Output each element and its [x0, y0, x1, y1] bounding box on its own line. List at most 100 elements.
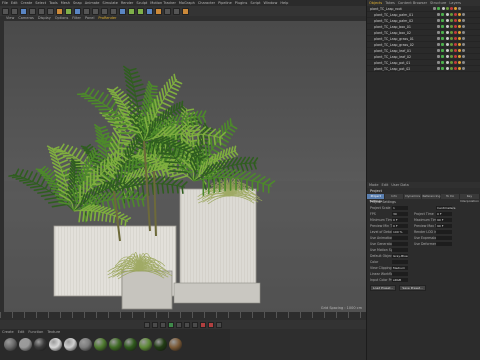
material-tag-icon[interactable]	[458, 13, 461, 16]
enable-check-icon[interactable]	[441, 49, 444, 52]
material-swatch[interactable]	[49, 338, 62, 351]
material-tag-icon[interactable]	[454, 55, 457, 58]
enable-check-icon[interactable]	[441, 13, 444, 16]
array-icon[interactable]	[146, 7, 153, 15]
material-tag-icon[interactable]	[450, 7, 453, 10]
material-tag-icon[interactable]	[454, 25, 457, 28]
material-tag-icon[interactable]	[450, 31, 453, 34]
material-swatch[interactable]	[169, 338, 182, 351]
material-tag-icon[interactable]	[458, 31, 461, 34]
attribute-value[interactable]	[392, 248, 408, 252]
floor-icon[interactable]	[164, 7, 171, 15]
material-tag-icon[interactable]	[450, 25, 453, 28]
material-tag-icon[interactable]	[458, 49, 461, 52]
object-manager-tab[interactable]: Content Browser	[398, 0, 427, 6]
material-tag-icon[interactable]	[446, 67, 449, 70]
attribute-value[interactable]	[392, 242, 408, 246]
move-icon[interactable]	[29, 7, 36, 15]
autokey-icon[interactable]	[208, 321, 214, 328]
attribute-value[interactable]: Medium	[392, 266, 408, 270]
material-tag-icon[interactable]	[446, 19, 449, 22]
z-axis-icon[interactable]	[74, 7, 81, 15]
material-tag-icon[interactable]	[450, 67, 453, 70]
enable-check-icon[interactable]	[441, 25, 444, 28]
material-tag-icon[interactable]	[462, 37, 465, 40]
next-frame-icon[interactable]	[176, 321, 182, 328]
object-manager-tab[interactable]: Layers	[449, 0, 461, 6]
visibility-toggle[interactable]	[437, 31, 440, 34]
x-axis-icon[interactable]	[56, 7, 63, 15]
material-swatch[interactable]	[124, 338, 137, 351]
material-tag-icon[interactable]	[462, 13, 465, 16]
attribute-value[interactable]: Centimeters	[436, 206, 455, 210]
perspective-viewport[interactable]: Grid Spacing : 1000 cm	[4, 21, 366, 312]
material-tag-icon[interactable]	[454, 67, 457, 70]
material-tag-icon[interactable]	[446, 49, 449, 52]
material-swatch[interactable]	[34, 338, 47, 351]
material-tag-icon[interactable]	[462, 67, 465, 70]
attribute-value[interactable]	[436, 236, 452, 240]
material-tag-icon[interactable]	[446, 37, 449, 40]
redo-icon[interactable]	[11, 7, 18, 15]
material-tag-icon[interactable]	[458, 61, 461, 64]
material-tag-icon[interactable]	[458, 55, 461, 58]
attribute-value[interactable]	[392, 260, 408, 264]
material-menu-item[interactable]: Edit	[18, 330, 25, 334]
attribute-value[interactable]: 100 %	[392, 230, 408, 234]
material-tag-icon[interactable]	[446, 55, 449, 58]
visibility-toggle[interactable]	[437, 37, 440, 40]
material-tag-icon[interactable]	[450, 13, 453, 16]
preset-button[interactable]: Save Preset...	[399, 285, 426, 291]
material-tag-icon[interactable]	[454, 19, 457, 22]
material-tag-icon[interactable]	[454, 7, 457, 10]
prev-frame-icon[interactable]	[160, 321, 166, 328]
render-view-icon[interactable]	[92, 7, 99, 15]
material-tag-icon[interactable]	[462, 19, 465, 22]
enable-check-icon[interactable]	[441, 55, 444, 58]
material-swatch[interactable]	[19, 338, 32, 351]
nurbs-icon[interactable]	[137, 7, 144, 15]
go-to-end-icon[interactable]	[192, 321, 198, 328]
enable-check-icon[interactable]	[441, 43, 444, 46]
material-tag-icon[interactable]	[462, 31, 465, 34]
attribute-value[interactable]	[436, 230, 452, 234]
enable-check-icon[interactable]	[441, 31, 444, 34]
attribute-value[interactable]: 0 F	[392, 224, 408, 228]
coord-system-icon[interactable]	[83, 7, 90, 15]
material-tag-icon[interactable]	[458, 19, 461, 22]
visibility-toggle[interactable]	[437, 19, 440, 22]
object-manager-tab[interactable]: Structure	[430, 0, 446, 6]
attribute-tab[interactable]: Referencing	[422, 194, 442, 199]
material-tag-icon[interactable]	[462, 43, 465, 46]
enable-check-icon[interactable]	[441, 19, 444, 22]
y-axis-icon[interactable]	[65, 7, 72, 15]
material-tag-icon[interactable]	[458, 67, 461, 70]
next-key-icon[interactable]	[184, 321, 190, 328]
undo-icon[interactable]	[2, 7, 9, 15]
attribute-tab[interactable]: To Do	[441, 194, 460, 199]
attribute-value[interactable]: 90 F	[436, 218, 452, 222]
attribute-value[interactable]: 0 F	[392, 218, 408, 222]
material-tag-icon[interactable]	[458, 25, 461, 28]
material-tag-icon[interactable]	[458, 37, 461, 40]
material-swatch[interactable]	[94, 338, 107, 351]
attribute-value[interactable]	[392, 236, 408, 240]
attribute-value[interactable]: 90 F	[436, 224, 452, 228]
record-icon[interactable]	[200, 321, 206, 328]
material-tag-icon[interactable]	[454, 61, 457, 64]
attribute-value[interactable]	[436, 242, 452, 246]
attribute-value[interactable]	[392, 272, 408, 276]
attribute-value[interactable]: 0 F	[436, 212, 452, 216]
attribute-value[interactable]: 1	[392, 206, 408, 210]
go-to-start-icon[interactable]	[144, 321, 150, 328]
attribute-value[interactable]: Gray-Blue	[392, 254, 408, 258]
prev-key-icon[interactable]	[152, 321, 158, 328]
object-row[interactable]: plant_TC_Lasp_pot_02	[367, 66, 480, 72]
rotate-icon[interactable]	[47, 7, 54, 15]
material-tag-icon[interactable]	[454, 37, 457, 40]
render-settings-icon[interactable]	[110, 7, 117, 15]
material-swatch[interactable]	[139, 338, 152, 351]
material-tag-icon[interactable]	[450, 19, 453, 22]
attribute-menu-item[interactable]: Edit	[382, 182, 389, 188]
material-tag-icon[interactable]	[446, 31, 449, 34]
